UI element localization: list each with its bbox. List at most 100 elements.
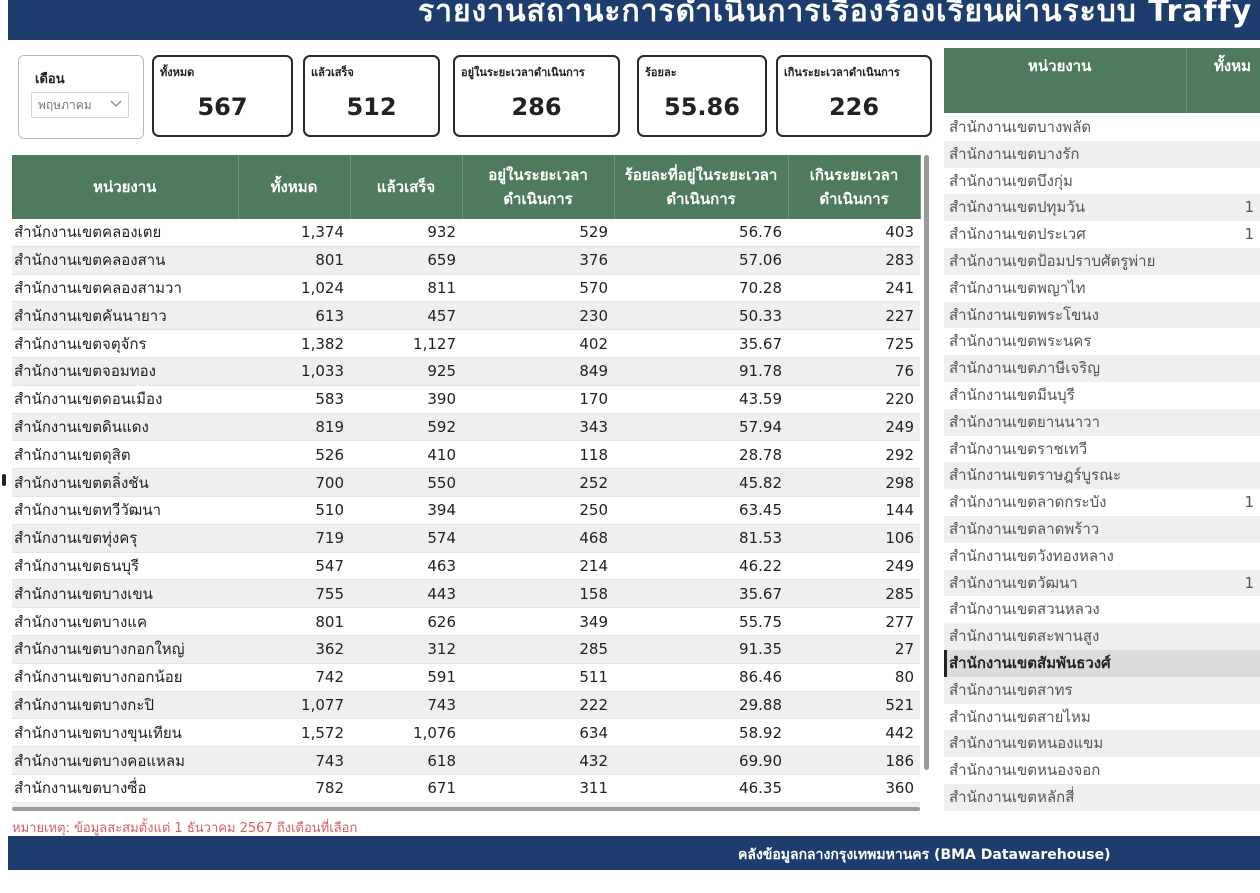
cell-total: 583 [238, 385, 350, 414]
side-list-item[interactable]: สำนักงานเขตมีนบุรี [944, 382, 1260, 409]
month-filter-label: เดือน [35, 72, 65, 87]
cell-in-time: 511 [462, 663, 614, 692]
side-list-item[interactable]: สำนักงานเขตพญาไท [944, 275, 1260, 302]
side-list-item[interactable]: สำนักงานเขตวัฒนา 1 [944, 569, 1260, 597]
cell-unit: สำนักงานเขตดินแดง [12, 413, 238, 442]
kpi-percent: ร้อยละ 55.86 [637, 55, 767, 137]
side-item-label: สำนักงานเขตพระนคร [949, 332, 1092, 351]
table-row[interactable]: สำนักงานเขตคลองเตย 1,374 932 529 56.76 403 [12, 219, 920, 247]
cell-overdue: 241 [788, 274, 920, 303]
table-row[interactable]: สำนักงานเขตคลองสาน 801 659 376 57.06 283 [12, 246, 920, 275]
side-col-header-unit[interactable]: หน่วยงาน [1028, 54, 1091, 78]
side-item-label: สำนักงานเขตมีนบุรี [949, 385, 1075, 404]
side-item-label: สำนักงานเขตสายไหม [949, 707, 1091, 726]
side-list-item[interactable]: สำนักงานเขตสายไหม [944, 704, 1260, 731]
cell-completed: 550 [350, 468, 462, 497]
cell-in-time: 432 [462, 746, 614, 775]
table-row[interactable]: สำนักงานเขตคลองสามวา 1,024 811 570 70.28 241 [12, 274, 920, 303]
side-table: หน่วยงาน ทั้งหม สำนักงานเขตบางพลัด สำนักง… [944, 48, 1260, 818]
cell-in-time: 468 [462, 524, 614, 553]
cell-unit: สำนักงานเขตตลิ่งชัน [12, 468, 238, 497]
kpi-completed: แล้วเสร็จ 512 [303, 55, 440, 137]
col-header-percent[interactable]: ร้อยละที่อยู่ในระยะเวลาดำเนินการ [614, 155, 789, 219]
table-row[interactable]: สำนักงานเขตดินแดง 819 592 343 57.94 249 [12, 413, 920, 442]
side-list-item[interactable]: สำนักงานเขตสาทร [944, 676, 1260, 704]
side-list-item[interactable]: สำนักงานเขตลาดพร้าว [944, 515, 1260, 543]
table-row[interactable]: สำนักงานเขตบางซื่อ 782 671 311 46.35 360 [12, 774, 920, 803]
side-item-value: 1 [1244, 493, 1254, 512]
side-list-item[interactable]: สำนักงานเขตภาษีเจริญ [944, 355, 1260, 382]
cell-total: 1,374 [238, 219, 350, 247]
side-list-item[interactable]: สำนักงานเขตบางพลัด [944, 114, 1260, 141]
table-row[interactable]: สำนักงานเขตบางกอกน้อย 742 591 511 86.46 80 [12, 663, 920, 692]
cell-percent: 35.67 [614, 329, 788, 358]
side-list-item[interactable]: สำนักงานเขตสัมพันธวงศ์ [944, 649, 1260, 677]
cell-total: 719 [238, 524, 350, 553]
table-row[interactable]: สำนักงานเขตตลิ่งชัน 700 550 252 45.82 298 [12, 468, 920, 497]
table-vertical-scrollbar[interactable] [924, 155, 929, 770]
table-row[interactable]: สำนักงานเขตทวีวัฒนา 510 394 250 63.45 144 [12, 496, 920, 525]
cell-completed: 1,127 [350, 329, 462, 358]
col-header-in-time[interactable]: อยู่ในระยะเวลาดำเนินการ [462, 155, 615, 219]
cell-in-time: 252 [462, 468, 614, 497]
kpi-total: ทั้งหมด 567 [152, 55, 293, 137]
header-divider [1186, 48, 1187, 113]
cell-unit: สำนักงานเขตบางคอแหลม [12, 746, 238, 775]
side-col-header-total[interactable]: ทั้งหม [1214, 54, 1251, 78]
side-list-item[interactable]: สำนักงานเขตสวนหลวง [944, 596, 1260, 623]
side-list-item[interactable]: สำนักงานเขตพระนคร [944, 328, 1260, 355]
col-header-total[interactable]: ทั้งหมด [238, 155, 351, 219]
kpi-label: แล้วเสร็จ [311, 66, 354, 79]
side-list-item[interactable]: สำนักงานเขตราษฎร์บูรณะ [944, 462, 1260, 490]
table-row[interactable]: สำนักงานเขตคันนายาว 613 457 230 50.33 227 [12, 301, 920, 331]
cell-unit: สำนักงานเขตธนบุรี [12, 552, 238, 581]
table-row[interactable]: สำนักงานเขตบางคอแหลม 743 618 432 69.90 186 [12, 746, 920, 775]
cell-total: 1,033 [238, 357, 350, 386]
side-list-item[interactable]: สำนักงานเขตพระโขนง [944, 301, 1260, 329]
col-header-overdue[interactable]: เกินระยะเวลาดำเนินการ [788, 155, 921, 219]
month-dropdown[interactable]: พฤษภาคม [31, 92, 129, 118]
cell-in-time: 214 [462, 552, 614, 581]
table-row[interactable]: สำนักงานเขตจอมทอง 1,033 925 849 91.78 76 [12, 357, 920, 386]
cell-percent: 81.53 [614, 524, 788, 553]
side-list-item[interactable]: สำนักงานเขตหนองจอก [944, 757, 1260, 784]
side-list-item[interactable]: สำนักงานเขตวังทองหลาง [944, 543, 1260, 570]
side-list-item[interactable]: สำนักงานเขตป้อมปราบศัตรูพ่าย [944, 247, 1260, 275]
side-list-item[interactable]: สำนักงานเขตบึงกุ่ม [944, 168, 1260, 195]
cell-in-time: 222 [462, 691, 614, 720]
side-item-label: สำนักงานเขตประเวศ [949, 225, 1086, 244]
side-item-label: สำนักงานเขตป้อมปราบศัตรูพ่าย [949, 251, 1156, 270]
table-horizontal-scrollbar[interactable] [12, 807, 920, 811]
table-row[interactable]: สำนักงานเขตบางกะปิ 1,077 743 222 29.88 521 [12, 691, 920, 720]
col-header-completed[interactable]: แล้วเสร็จ [350, 155, 463, 219]
side-item-label: สำนักงานเขตสะพานสูง [949, 627, 1100, 646]
cell-unit: สำนักงานเขตคันนายาว [12, 301, 238, 331]
side-list-item[interactable]: สำนักงานเขตหนองแขม [944, 730, 1260, 758]
side-list-item[interactable]: สำนักงานเขตปทุมวัน 1 [944, 194, 1260, 222]
table-row[interactable]: สำนักงานเขตบางขุนเทียน 1,572 1,076 634 58.92… [12, 718, 920, 748]
table-row[interactable]: สำนักงานเขตจตุจักร 1,382 1,127 402 35.67 725 [12, 329, 920, 358]
table-row[interactable]: สำนักงานเขตบางกอกใหญ่ 362 312 285 91.35 27 [12, 635, 920, 664]
side-list-item[interactable]: สำนักงานเขตลาดกระบัง 1 [944, 489, 1260, 516]
side-item-label: สำนักงานเขตวัฒนา [949, 573, 1078, 592]
col-header-unit[interactable]: หน่วยงาน [12, 155, 239, 219]
table-row[interactable]: สำนักงานเขตดอนเมือง 583 390 170 43.59 220 [12, 385, 920, 414]
cell-completed: 312 [350, 635, 462, 664]
side-list-item[interactable]: สำนักงานเขตยานนาวา [944, 408, 1260, 436]
table-row[interactable]: สำนักงานเขตธนบุรี 547 463 214 46.22 249 [12, 552, 920, 581]
table-row[interactable]: สำนักงานเขตดุสิต 526 410 118 28.78 292 [12, 440, 920, 470]
side-list-item[interactable]: สำนักงานเขตประเวศ 1 [944, 221, 1260, 248]
table-row[interactable]: สำนักงานเขตบางแค 801 626 349 55.75 277 [12, 607, 920, 636]
cell-completed: 811 [350, 274, 462, 303]
cell-percent: 91.35 [614, 635, 788, 664]
side-list-item[interactable]: สำนักงานเขตหลักสี่ [944, 783, 1260, 811]
side-list-item[interactable]: สำนักงานเขตบางรัก [944, 140, 1260, 168]
cell-total: 362 [238, 635, 350, 664]
table-row[interactable]: สำนักงานเขตบางเขน 755 443 158 35.67 285 [12, 579, 920, 609]
side-list-item[interactable]: สำนักงานเขตสะพานสูง [944, 623, 1260, 650]
table-row[interactable]: สำนักงานเขตทุ่งครุ 719 574 468 81.53 106 [12, 524, 920, 553]
cell-in-time: 376 [462, 246, 614, 275]
side-list-item[interactable]: สำนักงานเขตราชเทวี [944, 436, 1260, 463]
cell-percent: 46.22 [614, 552, 788, 581]
cell-unit: สำนักงานเขตดุสิต [12, 440, 238, 470]
